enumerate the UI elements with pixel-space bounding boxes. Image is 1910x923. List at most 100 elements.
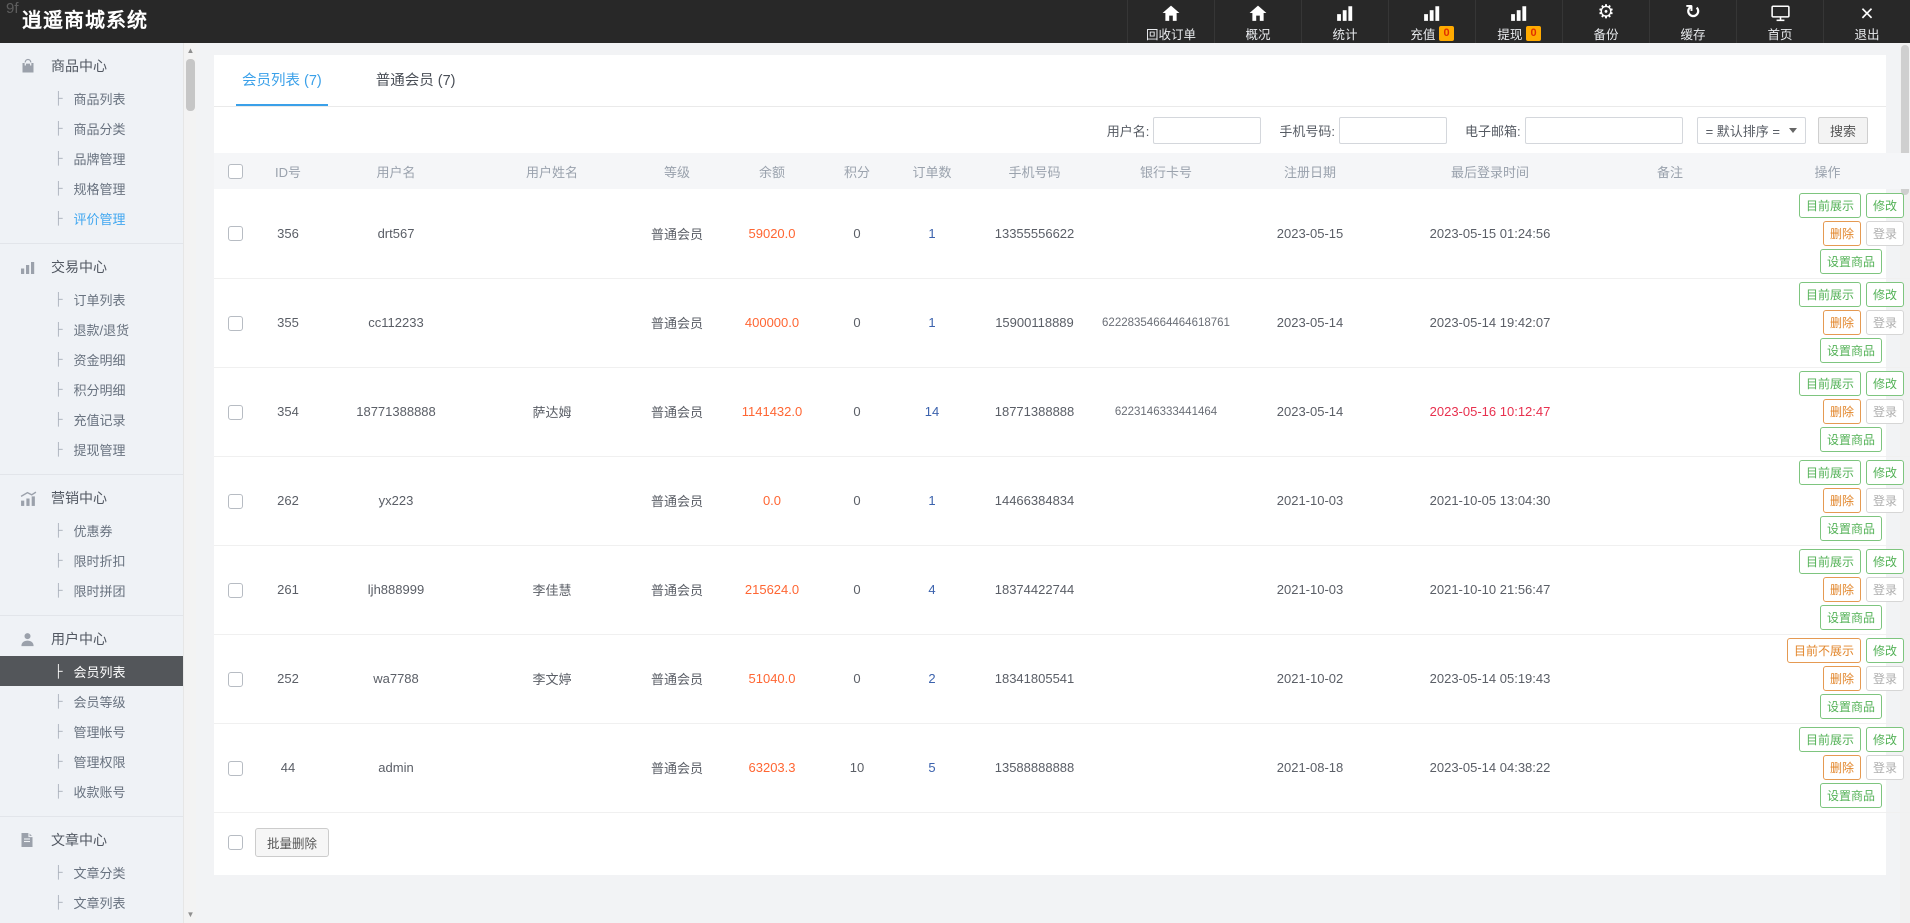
nav-item-recharge[interactable]: 充值 0 <box>1388 0 1475 43</box>
delete-button[interactable]: 删除 <box>1822 577 1861 602</box>
delete-button[interactable]: 删除 <box>1822 399 1861 424</box>
bulk-delete-button[interactable]: 批量删除 <box>255 827 330 857</box>
order-count-link[interactable]: 5 <box>928 760 935 775</box>
set-goods-button[interactable]: 设置商品 <box>1819 338 1882 363</box>
set-goods-button[interactable]: 设置商品 <box>1819 516 1882 541</box>
row-checkbox[interactable] <box>227 760 243 776</box>
order-count-link[interactable]: 14 <box>925 404 939 419</box>
edit-button[interactable]: 修改 <box>1865 460 1904 485</box>
login-as-button[interactable]: 登录 <box>1865 310 1904 335</box>
sidebar-scrollbar[interactable]: ▲ ▼ <box>183 43 196 923</box>
row-checkbox[interactable] <box>227 671 243 687</box>
login-as-button[interactable]: 登录 <box>1865 577 1904 602</box>
tab-normal-member[interactable]: 普通会员 (7) <box>370 55 462 106</box>
sidebar-item-coupon[interactable]: ├ 优惠券 <box>0 515 183 545</box>
sidebar-section-title-article-center[interactable]: 文章中心 <box>0 823 183 857</box>
sidebar-item-payee-accounts[interactable]: ├ 收款账号 <box>0 776 183 806</box>
login-as-button[interactable]: 登录 <box>1865 755 1904 780</box>
sidebar-section-title-trade-center[interactable]: 交易中心 <box>0 250 183 284</box>
sidebar-section-title-marketing-center[interactable]: 营销中心 <box>0 481 183 515</box>
sidebar-item-recharge-records[interactable]: ├ 充值记录 <box>0 404 183 434</box>
set-goods-button[interactable]: 设置商品 <box>1819 427 1882 452</box>
show-toggle-button[interactable]: 目前展示 <box>1798 549 1861 574</box>
sidebar-item-member-list[interactable]: ├ 会员列表 <box>0 656 183 686</box>
order-count-link[interactable]: 1 <box>928 315 935 330</box>
sidebar-item-admin-accounts[interactable]: ├ 管理帐号 <box>0 716 183 746</box>
email-input[interactable] <box>1524 116 1683 144</box>
sidebar-section-title-user-center[interactable]: 用户中心 <box>0 622 183 656</box>
sidebar-item-admin-permissions[interactable]: ├ 管理权限 <box>0 746 183 776</box>
delete-button[interactable]: 删除 <box>1822 666 1861 691</box>
row-checkbox[interactable] <box>227 315 243 331</box>
show-toggle-button[interactable]: 目前展示 <box>1798 282 1861 307</box>
sidebar-item-order-list[interactable]: ├ 订单列表 <box>0 284 183 314</box>
nav-item-caption: 退出 <box>1854 24 1879 43</box>
sidebar-item-product-category[interactable]: ├ 商品分类 <box>0 113 183 143</box>
nav-item-backup[interactable]: ⚙ 备份 <box>1562 0 1649 43</box>
nav-item-stats[interactable]: 统计 <box>1301 0 1388 43</box>
sidebar-item-product-list[interactable]: ├ 商品列表 <box>0 83 183 113</box>
set-goods-button[interactable]: 设置商品 <box>1819 694 1882 719</box>
order-count-link[interactable]: 4 <box>928 582 935 597</box>
nav-item-homepage[interactable]: 首页 <box>1736 0 1823 43</box>
nav-item-withdraw[interactable]: 提现 0 <box>1475 0 1562 43</box>
sidebar-scrollbar-thumb[interactable] <box>186 59 195 111</box>
nav-item-logout[interactable]: × 退出 <box>1823 0 1910 43</box>
row-checkbox[interactable] <box>227 226 243 242</box>
order-count-link[interactable]: 2 <box>928 671 935 686</box>
search-button[interactable]: 搜索 <box>1817 116 1868 144</box>
select-all-checkbox[interactable] <box>227 164 243 180</box>
delete-button[interactable]: 删除 <box>1822 755 1861 780</box>
show-toggle-button[interactable]: 目前不展示 <box>1786 638 1861 663</box>
set-goods-button[interactable]: 设置商品 <box>1819 605 1882 630</box>
sidebar-section-title-product-center[interactable]: 商品中心 <box>0 49 183 83</box>
sidebar-item-group-buy[interactable]: ├ 限时拼团 <box>0 575 183 605</box>
edit-button[interactable]: 修改 <box>1865 727 1904 752</box>
nav-item-recycle-orders[interactable]: 回收订单 <box>1127 0 1214 43</box>
edit-button[interactable]: 修改 <box>1865 549 1904 574</box>
login-as-button[interactable]: 登录 <box>1865 666 1904 691</box>
tree-branch-icon: ├ <box>54 523 63 537</box>
sidebar-item-points-detail[interactable]: ├ 积分明细 <box>0 374 183 404</box>
row-checkbox[interactable] <box>227 582 243 598</box>
sidebar-item-review-manage[interactable]: ├ 评价管理 <box>0 203 183 233</box>
phone-input[interactable] <box>1338 116 1447 144</box>
show-toggle-button[interactable]: 目前展示 <box>1798 192 1861 218</box>
sidebar-item-member-level[interactable]: ├ 会员等级 <box>0 686 183 716</box>
sidebar-item-time-discount[interactable]: ├ 限时折扣 <box>0 545 183 575</box>
sidebar-item-article-category[interactable]: ├ 文章分类 <box>0 857 183 887</box>
delete-button[interactable]: 删除 <box>1822 310 1861 335</box>
show-toggle-button[interactable]: 目前展示 <box>1798 460 1861 485</box>
set-goods-button[interactable]: 设置商品 <box>1819 783 1882 808</box>
set-goods-button[interactable]: 设置商品 <box>1819 248 1882 274</box>
sidebar-item-funds-detail[interactable]: ├ 资金明细 <box>0 344 183 374</box>
username-input[interactable] <box>1153 116 1262 144</box>
nav-item-cache[interactable]: ↻ 缓存 <box>1649 0 1736 43</box>
show-toggle-button[interactable]: 目前展示 <box>1798 371 1861 396</box>
sidebar-item-withdraw-manage[interactable]: ├ 提现管理 <box>0 434 183 464</box>
sidebar-item-brand-manage[interactable]: ├ 品牌管理 <box>0 143 183 173</box>
login-as-button[interactable]: 登录 <box>1865 488 1904 513</box>
footer-select-all-checkbox[interactable] <box>228 834 243 850</box>
sidebar-item-refund-return[interactable]: ├ 退款/退货 <box>0 314 183 344</box>
delete-button[interactable]: 删除 <box>1822 488 1861 513</box>
edit-button[interactable]: 修改 <box>1865 282 1904 307</box>
scroll-up-icon[interactable]: ▲ <box>184 45 197 57</box>
row-checkbox[interactable] <box>227 404 243 420</box>
row-checkbox[interactable] <box>227 493 243 509</box>
order-count-link[interactable]: 1 <box>928 226 935 241</box>
login-as-button[interactable]: 登录 <box>1865 220 1904 246</box>
tab-member-list[interactable]: 会员列表 (7) <box>236 55 328 106</box>
nav-item-overview[interactable]: 概况 <box>1214 0 1301 43</box>
sidebar-item-spec-manage[interactable]: ├ 规格管理 <box>0 173 183 203</box>
scroll-down-icon[interactable]: ▼ <box>184 909 197 921</box>
edit-button[interactable]: 修改 <box>1865 371 1904 396</box>
login-as-button[interactable]: 登录 <box>1865 399 1904 424</box>
sort-select[interactable]: = 默认排序 = <box>1696 116 1806 144</box>
delete-button[interactable]: 删除 <box>1822 220 1861 246</box>
sidebar-item-article-list[interactable]: ├ 文章列表 <box>0 887 183 917</box>
show-toggle-button[interactable]: 目前展示 <box>1798 727 1861 752</box>
edit-button[interactable]: 修改 <box>1865 638 1904 663</box>
edit-button[interactable]: 修改 <box>1865 192 1904 218</box>
order-count-link[interactable]: 1 <box>928 493 935 508</box>
